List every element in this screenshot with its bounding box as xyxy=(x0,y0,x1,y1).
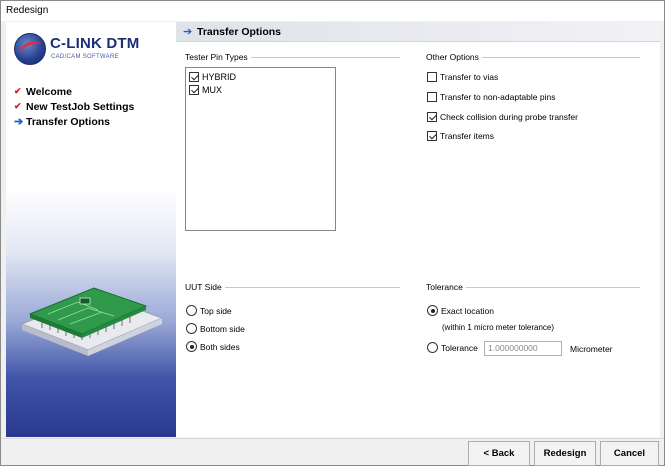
clink-logo: C-LINK DTM CAD/CAM SOFTWARE xyxy=(14,33,144,67)
step-label: Transfer Options xyxy=(26,115,111,128)
back-button[interactable]: < Back xyxy=(468,441,530,466)
wizard-main-panel: ➔ Transfer Options Tester Pin Types HYBR… xyxy=(176,22,660,437)
tolerance-value-input[interactable]: 1.000000000 xyxy=(484,341,562,356)
redesign-button[interactable]: Redesign xyxy=(534,441,596,466)
tester-pin-types-list[interactable]: HYBRID MUX xyxy=(185,67,336,231)
checkbox-transfer-non-adaptable[interactable] xyxy=(427,92,437,102)
wizard-steps: ✔ Welcome ✔ New TestJob Settings ➔ Trans… xyxy=(14,84,134,129)
pin-type-hybrid[interactable]: HYBRID xyxy=(189,71,236,83)
radio-bottom-side[interactable] xyxy=(186,323,197,334)
wizard-client: C-LINK DTM CAD/CAM SOFTWARE ✔ Welcome ✔ … xyxy=(1,21,664,466)
top-side-option[interactable]: Top side xyxy=(186,305,232,316)
checkmark-icon: ✔ xyxy=(14,86,22,96)
uut-side-title: UUT Side xyxy=(185,282,225,292)
arrow-right-icon: ➔ xyxy=(14,116,24,128)
logo-text: C-LINK DTM xyxy=(50,35,140,52)
step-label: Welcome xyxy=(26,85,72,98)
option-label: Exact location xyxy=(441,305,494,316)
transfer-non-adaptable-option[interactable]: Transfer to non-adaptable pins xyxy=(427,92,555,102)
checkbox-mux[interactable] xyxy=(189,85,199,95)
transfer-items-option[interactable]: Transfer items xyxy=(427,131,494,141)
other-options-title: Other Options xyxy=(426,52,482,62)
wizard-sidebar: C-LINK DTM CAD/CAM SOFTWARE ✔ Welcome ✔ … xyxy=(6,22,176,437)
title-bar: Redesign xyxy=(1,1,664,21)
circuit-board-illustration xyxy=(20,287,164,356)
tester-pin-types-title: Tester Pin Types xyxy=(185,52,251,62)
page-header: ➔ Transfer Options xyxy=(176,22,660,42)
option-label: Transfer items xyxy=(440,131,495,141)
checkbox-transfer-to-vias[interactable] xyxy=(427,72,437,82)
step-welcome: ✔ Welcome xyxy=(14,84,134,99)
radio-top-side[interactable] xyxy=(186,305,197,316)
logo-subtitle: CAD/CAM SOFTWARE xyxy=(51,54,119,60)
checkbox-check-collision[interactable] xyxy=(427,112,437,122)
window-title: Redesign xyxy=(6,5,49,16)
list-item-label: MUX xyxy=(202,85,222,95)
tolerance-title: Tolerance xyxy=(426,282,466,292)
bottom-side-option[interactable]: Bottom side xyxy=(186,323,245,334)
checkbox-transfer-items[interactable] xyxy=(427,131,437,141)
radio-tolerance[interactable] xyxy=(427,342,438,353)
option-label: Transfer to non-adaptable pins xyxy=(440,92,556,102)
checkbox-hybrid[interactable] xyxy=(189,72,199,82)
step-new-testjob-settings: ✔ New TestJob Settings xyxy=(14,99,134,114)
option-label: Tolerance xyxy=(441,342,478,353)
step-label: New TestJob Settings xyxy=(26,100,135,113)
option-label: Both sides xyxy=(200,341,240,352)
option-label: Transfer to vias xyxy=(440,72,499,82)
exact-location-note: (within 1 micro meter tolerance) xyxy=(442,323,555,332)
redesign-window: Redesign C-LINK DTM CAD/CAM SOFTWARE ✔ W… xyxy=(0,0,665,466)
arrow-right-icon: ➔ xyxy=(183,26,193,38)
both-sides-option[interactable]: Both sides xyxy=(186,341,240,352)
wizard-footer: < Back Redesign Cancel xyxy=(1,438,664,466)
option-label: Bottom side xyxy=(200,323,245,334)
cancel-button[interactable]: Cancel xyxy=(600,441,659,466)
pin-type-mux[interactable]: MUX xyxy=(189,84,222,96)
tolerance-option[interactable]: Tolerance xyxy=(427,342,478,353)
option-label: Top side xyxy=(200,305,232,316)
list-item-label: HYBRID xyxy=(202,72,237,82)
radio-both-sides[interactable] xyxy=(186,341,197,352)
check-collision-option[interactable]: Check collision during probe transfer xyxy=(427,112,578,122)
radio-exact-location[interactable] xyxy=(427,305,438,316)
page-title: Transfer Options xyxy=(197,26,282,38)
step-transfer-options: ➔ Transfer Options xyxy=(14,114,134,129)
transfer-to-vias-option[interactable]: Transfer to vias xyxy=(427,72,498,82)
checkmark-icon: ✔ xyxy=(14,101,22,111)
option-label: Check collision during probe transfer xyxy=(440,112,578,122)
tolerance-unit: Micrometer xyxy=(570,344,613,354)
exact-location-option[interactable]: Exact location xyxy=(427,305,494,316)
